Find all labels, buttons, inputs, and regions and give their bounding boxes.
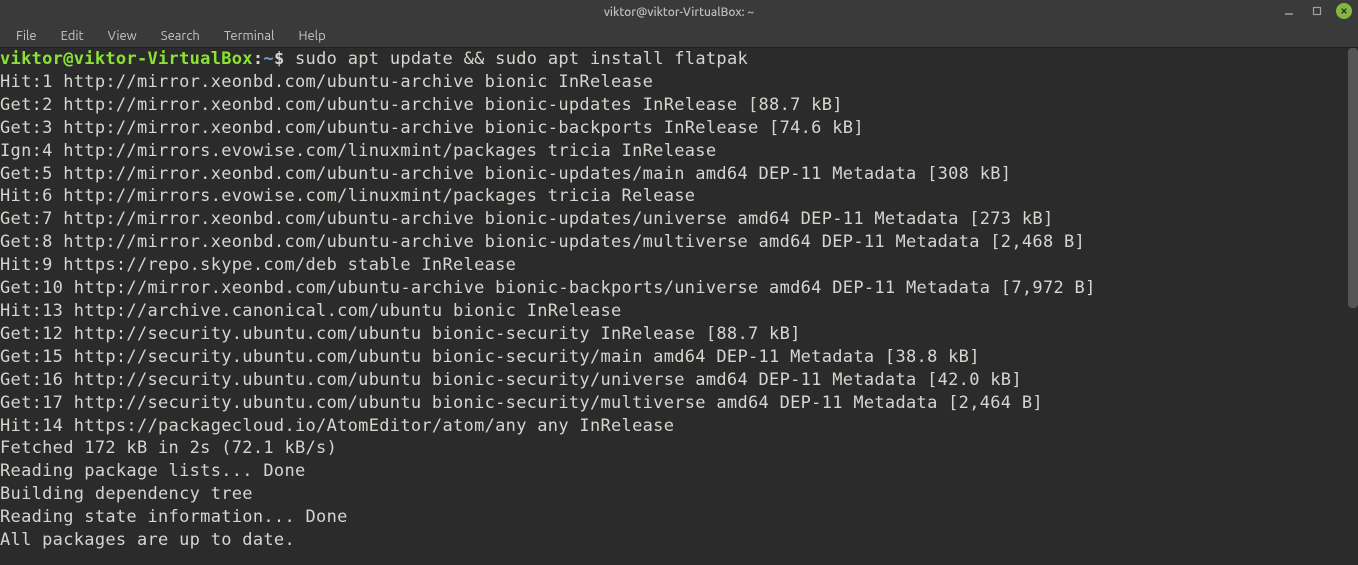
output-line: Ign:4 http://mirrors.evowise.com/linuxmi… <box>0 140 1358 163</box>
prompt-colon: : <box>253 49 264 69</box>
output-line: Get:5 http://mirror.xeonbd.com/ubuntu-ar… <box>0 163 1358 186</box>
menu-terminal[interactable]: Terminal <box>214 27 285 45</box>
menu-help[interactable]: Help <box>288 27 335 45</box>
maximize-button[interactable] <box>1308 2 1326 20</box>
output-line: Get:16 http://security.ubuntu.com/ubuntu… <box>0 369 1358 392</box>
output-line: Get:10 http://mirror.xeonbd.com/ubuntu-a… <box>0 277 1358 300</box>
menu-bar: File Edit View Search Terminal Help <box>0 24 1358 48</box>
prompt-user-host: viktor@viktor-VirtualBox <box>0 49 253 69</box>
close-button[interactable] <box>1336 3 1352 19</box>
output-line: Building dependency tree <box>0 483 1358 506</box>
output-line: Reading package lists... Done <box>0 460 1358 483</box>
output-line: Get:17 http://security.ubuntu.com/ubuntu… <box>0 392 1358 415</box>
menu-file[interactable]: File <box>6 27 47 45</box>
output-line: Hit:13 http://archive.canonical.com/ubun… <box>0 300 1358 323</box>
terminal-content[interactable]: viktor@viktor-VirtualBox:~$ sudo apt upd… <box>0 48 1358 552</box>
output-line: All packages are up to date. <box>0 529 1358 552</box>
window-title: viktor@viktor-VirtualBox: ~ <box>604 6 754 19</box>
scrollbar-thumb[interactable] <box>1348 48 1358 308</box>
output-line: Reading state information... Done <box>0 506 1358 529</box>
menu-search[interactable]: Search <box>151 27 210 45</box>
output-line: Hit:6 http://mirrors.evowise.com/linuxmi… <box>0 185 1358 208</box>
output-line: Get:12 http://security.ubuntu.com/ubuntu… <box>0 323 1358 346</box>
prompt-symbol: $ <box>274 49 285 69</box>
output-line: Get:15 http://security.ubuntu.com/ubuntu… <box>0 346 1358 369</box>
prompt-path: ~ <box>263 49 274 69</box>
window-titlebar: viktor@viktor-VirtualBox: ~ <box>0 0 1358 24</box>
prompt-line: viktor@viktor-VirtualBox:~$ sudo apt upd… <box>0 48 1358 71</box>
window-controls <box>1280 2 1352 20</box>
menu-edit[interactable]: Edit <box>51 27 94 45</box>
menu-view[interactable]: View <box>98 27 147 45</box>
output-line: Hit:14 https://packagecloud.io/AtomEdito… <box>0 415 1358 438</box>
output-line: Get:8 http://mirror.xeonbd.com/ubuntu-ar… <box>0 231 1358 254</box>
command-text: sudo apt update && sudo apt install flat… <box>284 49 748 69</box>
output-line: Hit:9 https://repo.skype.com/deb stable … <box>0 254 1358 277</box>
minimize-button[interactable] <box>1280 2 1298 20</box>
output-line: Get:3 http://mirror.xeonbd.com/ubuntu-ar… <box>0 117 1358 140</box>
output-line: Get:2 http://mirror.xeonbd.com/ubuntu-ar… <box>0 94 1358 117</box>
output-line: Fetched 172 kB in 2s (72.1 kB/s) <box>0 437 1358 460</box>
output-line: Get:7 http://mirror.xeonbd.com/ubuntu-ar… <box>0 208 1358 231</box>
output-line: Hit:1 http://mirror.xeonbd.com/ubuntu-ar… <box>0 71 1358 94</box>
